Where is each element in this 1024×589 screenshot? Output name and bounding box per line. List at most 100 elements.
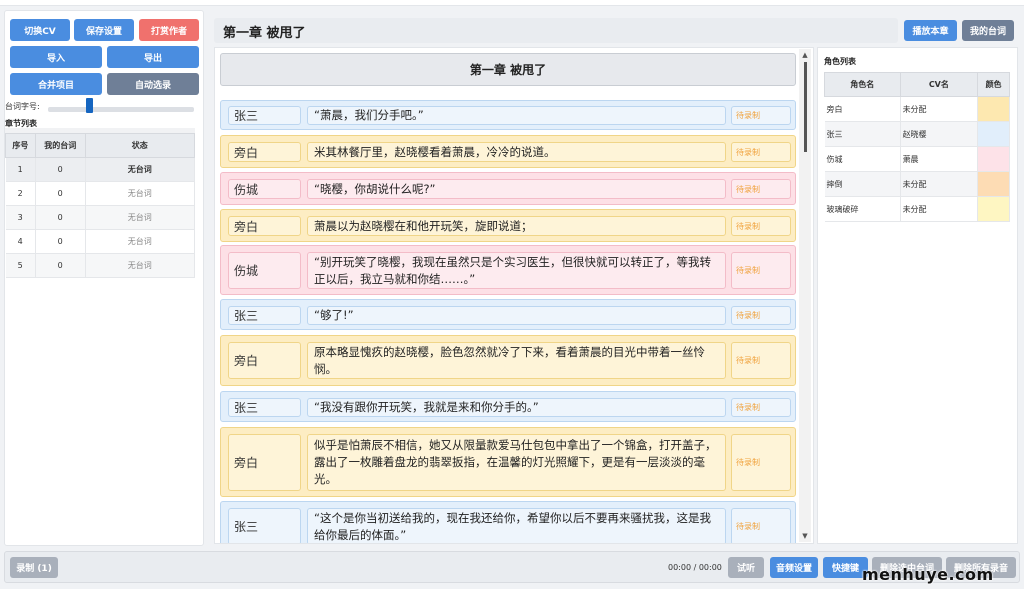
line-role-name[interactable]: 旁白 <box>228 216 301 236</box>
column-header-index[interactable]: 序号 <box>5 133 36 158</box>
line-role-name[interactable]: 旁白 <box>228 434 301 491</box>
font-size-slider-thumb[interactable] <box>86 98 93 113</box>
role-name: 张三 <box>824 121 901 147</box>
line-text[interactable]: 似乎是怕萧辰不相信，她又从限量款爱马仕包包中拿出了一个锦盒，打开盖子，露出了一枚… <box>307 434 726 491</box>
scroll-up-arrow-icon[interactable]: ▲ <box>799 49 811 61</box>
role-color-swatch[interactable] <box>978 147 1009 171</box>
line-text[interactable]: “这个是你当初送给我的，现在我还给你，希望你以后不要再来骚扰我，这是我给你最后的… <box>307 508 726 543</box>
audition-button[interactable]: 试听 <box>728 557 764 578</box>
chapter-row[interactable]: 3 0 无台词 <box>5 205 196 230</box>
role-row[interactable]: 旁白 未分配 <box>824 96 1010 122</box>
column-header-role-name[interactable]: 角色名 <box>824 72 901 97</box>
scroll-down-arrow-icon[interactable]: ▼ <box>799 530 811 542</box>
export-button[interactable]: 导出 <box>107 46 199 68</box>
role-name: 摔倒 <box>824 171 901 197</box>
role-color-swatch[interactable] <box>978 97 1009 121</box>
script-line[interactable]: 旁白 原本略显愧疚的赵晓樱，脸色忽然就冷了下来，看着萧晨的目光中带着一丝怜悯。 … <box>220 335 796 386</box>
role-row[interactable]: 张三 赵晓樱 <box>824 121 1010 147</box>
chapter-status: 无台词 <box>85 157 196 182</box>
line-role-name[interactable]: 张三 <box>228 306 301 325</box>
script-line[interactable]: 伤城 “别开玩笑了晓樱，我现在虽然只是个实习医生，但很快就可以转正了，等我转正以… <box>220 245 796 295</box>
role-cv: 未分配 <box>900 171 979 197</box>
script-line[interactable]: 张三 “萧晨，我们分手吧。” 待录制 <box>220 100 796 130</box>
line-status: 待录制 <box>731 508 791 543</box>
line-status: 待录制 <box>731 306 791 325</box>
font-size-label: 台词字号: <box>5 102 40 111</box>
line-role-name[interactable]: 旁白 <box>228 342 301 379</box>
switch-cv-button[interactable]: 切换CV <box>10 19 70 41</box>
chapter-index: 4 <box>5 229 36 254</box>
column-header-color[interactable]: 颜色 <box>977 72 1010 97</box>
chapter-row[interactable]: 5 0 无台词 <box>5 253 196 278</box>
scrollbar-thumb[interactable] <box>804 62 807 152</box>
my-lines-button[interactable]: 我的台词 <box>962 20 1014 41</box>
line-status: 待录制 <box>731 106 791 125</box>
script-line[interactable]: 旁白 似乎是怕萧辰不相信，她又从限量款爱马仕包包中拿出了一个锦盒，打开盖子，露出… <box>220 427 796 497</box>
chapter-row[interactable]: 1 0 无台词 <box>5 157 196 182</box>
line-status: 待录制 <box>731 434 791 491</box>
script-line[interactable]: 伤城 “晓樱，你胡说什么呢?” 待录制 <box>220 172 796 205</box>
line-status: 待录制 <box>731 342 791 379</box>
role-list-title: 角色列表 <box>824 57 856 66</box>
chapter-status: 无台词 <box>85 205 196 230</box>
role-row[interactable]: 摔倒 未分配 <box>824 171 1010 197</box>
line-text[interactable]: “萧晨，我们分手吧。” <box>307 106 726 125</box>
role-row[interactable]: 玻璃破碎 未分配 <box>824 196 1010 222</box>
chapter-index: 1 <box>5 157 36 182</box>
script-line[interactable]: 张三 “够了!” 待录制 <box>220 299 796 330</box>
line-status: 待录制 <box>731 216 791 236</box>
role-color-cell[interactable] <box>977 196 1010 222</box>
script-line[interactable]: 旁白 米其林餐厅里，赵晓樱看着萧晨，冷冷的说道。 待录制 <box>220 135 796 168</box>
font-size-slider-track[interactable] <box>48 107 194 112</box>
line-text[interactable]: 原本略显愧疚的赵晓樱，脸色忽然就冷了下来，看着萧晨的目光中带着一丝怜悯。 <box>307 342 726 379</box>
merge-project-button[interactable]: 合并项目 <box>10 73 102 95</box>
tip-author-button[interactable]: 打赏作者 <box>139 19 199 41</box>
line-text[interactable]: “我没有跟你开玩笑，我就是来和你分手的。” <box>307 398 726 417</box>
line-text[interactable]: “够了!” <box>307 306 726 325</box>
role-color-cell[interactable] <box>977 146 1010 172</box>
line-status: 待录制 <box>731 252 791 289</box>
record-button[interactable]: 录制 (1) <box>10 557 58 578</box>
script-scrollbar[interactable]: ▲ ▼ <box>799 49 811 542</box>
line-role-name[interactable]: 张三 <box>228 398 301 417</box>
line-text[interactable]: “晓樱，你胡说什么呢?” <box>307 179 726 199</box>
role-color-swatch[interactable] <box>978 197 1009 221</box>
role-table: 角色名 CV名 颜色 旁白 未分配 张三 赵晓樱 伤城 萧晨 摔倒 未分配 玻璃… <box>824 72 1010 222</box>
line-role-name[interactable]: 伤城 <box>228 179 301 199</box>
line-role-name[interactable]: 张三 <box>228 106 301 125</box>
role-color-swatch[interactable] <box>978 172 1009 196</box>
role-row[interactable]: 伤城 萧晨 <box>824 146 1010 172</box>
line-text[interactable]: 米其林餐厅里，赵晓樱看着萧晨，冷冷的说道。 <box>307 142 726 162</box>
role-color-cell[interactable] <box>977 96 1010 122</box>
save-settings-button[interactable]: 保存设置 <box>74 19 134 41</box>
role-name: 玻璃破碎 <box>824 196 901 222</box>
script-panel: 第一章 被甩了 张三 “萧晨，我们分手吧。” 待录制 旁白 米其林餐厅里，赵晓樱… <box>214 47 814 544</box>
column-header-my-lines[interactable]: 我的台词 <box>34 133 86 158</box>
import-button[interactable]: 导入 <box>10 46 102 68</box>
chapter-table: 序号 我的台词 状态 1 0 无台词 2 0 无台词 3 0 无台词 4 0 无… <box>5 133 196 278</box>
line-role-name[interactable]: 旁白 <box>228 142 301 162</box>
chapter-table-header: 序号 我的台词 状态 <box>5 133 196 158</box>
column-header-cv-name[interactable]: CV名 <box>899 72 979 97</box>
chapter-index: 2 <box>5 181 36 206</box>
script-line[interactable]: 旁白 萧晨以为赵晓樱在和他开玩笑，旋即说道； 待录制 <box>220 209 796 242</box>
play-chapter-button[interactable]: 播放本章 <box>904 20 957 41</box>
chapter-row[interactable]: 4 0 无台词 <box>5 229 196 254</box>
line-text[interactable]: 萧晨以为赵晓樱在和他开玩笑，旋即说道； <box>307 216 726 236</box>
line-role-name[interactable]: 伤城 <box>228 252 301 289</box>
script-line[interactable]: 张三 “我没有跟你开玩笑，我就是来和你分手的。” 待录制 <box>220 391 796 422</box>
role-color-cell[interactable] <box>977 171 1010 197</box>
role-color-swatch[interactable] <box>978 122 1009 146</box>
audio-settings-button[interactable]: 音频设置 <box>770 557 818 578</box>
role-color-cell[interactable] <box>977 121 1010 147</box>
line-role-name[interactable]: 张三 <box>228 508 301 543</box>
column-header-status[interactable]: 状态 <box>84 133 196 158</box>
watermark: menhuye.com <box>862 565 994 584</box>
auto-select-button[interactable]: 自动选录 <box>107 73 199 95</box>
line-text[interactable]: “别开玩笑了晓樱，我现在虽然只是个实习医生，但很快就可以转正了，等我转正以后，我… <box>307 252 726 289</box>
role-panel: 角色列表 角色名 CV名 颜色 旁白 未分配 张三 赵晓樱 伤城 萧晨 摔倒 未… <box>817 47 1018 544</box>
chapter-title: 第一章 被甩了 <box>223 26 306 41</box>
chapter-row[interactable]: 2 0 无台词 <box>5 181 196 206</box>
script-line[interactable]: 张三 “这个是你当初送给我的，现在我还给你，希望你以后不要再来骚扰我，这是我给你… <box>220 501 796 543</box>
chapter-line-count: 0 <box>35 229 86 254</box>
